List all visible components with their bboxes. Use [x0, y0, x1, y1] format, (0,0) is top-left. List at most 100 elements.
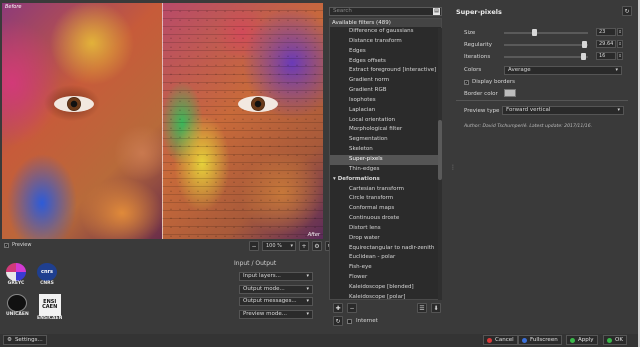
settings-button[interactable]: ⚙ Settings...: [3, 335, 47, 345]
reset-parameters-icon[interactable]: ↻: [622, 6, 632, 16]
colors-select[interactable]: Average: [504, 66, 622, 75]
cancel-button[interactable]: Cancel: [483, 335, 518, 345]
regularity-slider[interactable]: [504, 41, 588, 48]
iterations-spin-icon[interactable]: ⇕: [617, 52, 623, 60]
filter-item[interactable]: Laplacian: [330, 106, 441, 116]
iterations-label: Iterations: [464, 54, 491, 60]
zoom-in-button[interactable]: +: [299, 241, 309, 251]
filter-search-input[interactable]: Search ▤: [329, 7, 442, 16]
filter-item[interactable]: Extract foreground [interactive]: [330, 66, 441, 76]
display-borders-checkbox[interactable]: ✓: [464, 79, 469, 85]
cnrs-logo: cnrs CNRS: [37, 263, 57, 286]
filter-list-toolbar: ✚ − ☰ ⬇: [333, 303, 441, 313]
ensicaen-mark: ENSI CAEN: [38, 294, 61, 316]
after-label: After: [307, 232, 320, 238]
bottom-bar: ⚙ Settings... Cancel Fullscreen Apply OK: [0, 334, 638, 347]
output-mode-select[interactable]: Output mode...: [239, 285, 313, 294]
preview-canvas[interactable]: Before After: [2, 3, 323, 239]
filter-item[interactable]: Isophotes: [330, 96, 441, 106]
filter-item[interactable]: Thin-edges: [330, 165, 441, 175]
fullscreen-button[interactable]: Fullscreen: [518, 335, 562, 345]
filter-category[interactable]: Deformations: [330, 175, 441, 185]
filter-item[interactable]: Fish-eye: [330, 263, 441, 273]
input-layers-select[interactable]: Input layers...: [239, 272, 313, 281]
preview-type-select[interactable]: Forward vertical: [502, 106, 624, 115]
preview-after-half: [162, 3, 323, 239]
iterations-slider[interactable]: [504, 53, 588, 60]
preview-checkbox-label: Preview: [12, 242, 32, 248]
add-fave-icon[interactable]: ✚: [333, 303, 343, 313]
colors-label: Colors: [464, 67, 482, 73]
filter-list-scroll-thumb[interactable]: [438, 120, 442, 180]
iterations-value[interactable]: 16: [596, 52, 616, 60]
zoom-out-button[interactable]: −: [249, 241, 259, 251]
filter-item[interactable]: Gradient norm: [330, 76, 441, 86]
filter-item[interactable]: Flower: [330, 273, 441, 283]
regularity-slider-knob[interactable]: [582, 41, 588, 48]
filter-item[interactable]: Drop water: [330, 234, 441, 244]
output-messages-select[interactable]: Output messages...: [239, 297, 313, 306]
toggle-visibility-icon[interactable]: ☰: [417, 303, 427, 313]
preview-toggle[interactable]: ✓ Preview: [4, 242, 31, 248]
ensicaen-mark-line2: CAEN: [42, 304, 58, 310]
apply-label: Apply: [578, 337, 594, 343]
separator: [456, 100, 628, 101]
size-value[interactable]: 23: [596, 28, 616, 36]
internet-label: Internet: [356, 318, 378, 324]
size-slider-knob[interactable]: [531, 29, 537, 36]
greyc-logo: GREYC: [6, 263, 26, 286]
filter-tree[interactable]: Available filters (489) Difference of ga…: [329, 18, 442, 300]
regularity-value[interactable]: 29.64: [596, 40, 616, 48]
iterations-slider-knob[interactable]: [581, 53, 587, 60]
remove-fave-icon[interactable]: −: [347, 303, 357, 313]
filter-item[interactable]: Distort lens: [330, 224, 441, 234]
expand-icon[interactable]: ⬇: [431, 303, 441, 313]
filter-item[interactable]: Edges: [330, 47, 441, 57]
size-label: Size: [464, 30, 476, 36]
apply-button[interactable]: Apply: [566, 335, 598, 345]
search-clear-icon[interactable]: ▤: [433, 8, 440, 15]
filter-item[interactable]: Distance transform: [330, 37, 441, 47]
ok-label: OK: [615, 337, 623, 343]
preview-split-handle[interactable]: [162, 3, 163, 239]
filter-item[interactable]: Edges offsets: [330, 57, 441, 67]
preview-checkbox[interactable]: ✓: [4, 242, 9, 248]
size-slider[interactable]: [504, 29, 588, 36]
filter-item[interactable]: Super-pixels: [330, 154, 441, 165]
filter-item[interactable]: Cartesian transform: [330, 185, 441, 195]
regularity-spin-icon[interactable]: ⇕: [617, 40, 623, 48]
ok-button[interactable]: OK: [603, 335, 627, 345]
filter-item[interactable]: Gradient RGB: [330, 86, 441, 96]
update-filters-icon[interactable]: ↻: [333, 316, 343, 326]
unicaen-logo: UNICAEN: [6, 294, 29, 317]
filter-item[interactable]: Morphological filter: [330, 125, 441, 135]
filter-item[interactable]: Difference of gaussians: [330, 27, 441, 37]
ensicaen-logo: ENSI CAEN ENSICAEN: [37, 294, 62, 321]
filter-item[interactable]: Local orientation: [330, 116, 441, 126]
filter-item[interactable]: Kaleidoscope [polar]: [330, 293, 441, 299]
preview-before-half: [2, 3, 162, 239]
fullscreen-icon: [522, 337, 527, 343]
preview-mode-select[interactable]: Preview mode...: [239, 310, 313, 319]
zoom-select[interactable]: 100 %: [262, 241, 296, 251]
display-borders-row[interactable]: ✓ Display borders: [464, 79, 515, 85]
ok-icon: [607, 337, 612, 343]
filter-item[interactable]: Equirectangular to nadir-zenith: [330, 244, 441, 254]
cancel-label: Cancel: [495, 337, 514, 343]
filter-item[interactable]: Conformal maps: [330, 204, 441, 214]
border-color-swatch[interactable]: [504, 89, 516, 97]
filter-item[interactable]: Segmentation: [330, 135, 441, 145]
internet-checkbox[interactable]: [347, 318, 352, 324]
greyc-text: GREYC: [7, 281, 25, 286]
panel-splitter-handle[interactable]: ⋮: [450, 164, 456, 171]
zoom-fit-icon[interactable]: ⚙: [312, 241, 322, 251]
filter-item[interactable]: Skeleton: [330, 145, 441, 155]
cnrs-text: CNRS: [40, 281, 54, 286]
size-spin-icon[interactable]: ⇕: [617, 28, 623, 36]
filter-item[interactable]: Continuous droste: [330, 214, 441, 224]
fullscreen-label: Fullscreen: [530, 337, 558, 343]
filter-item[interactable]: Kaleidoscope [blended]: [330, 283, 441, 293]
filter-item[interactable]: Euclidean - polar: [330, 253, 441, 263]
gmic-window: Before After ✓ Preview − 100 % + ⚙ ↻ GRE…: [0, 0, 640, 347]
filter-item[interactable]: Circle transform: [330, 194, 441, 204]
